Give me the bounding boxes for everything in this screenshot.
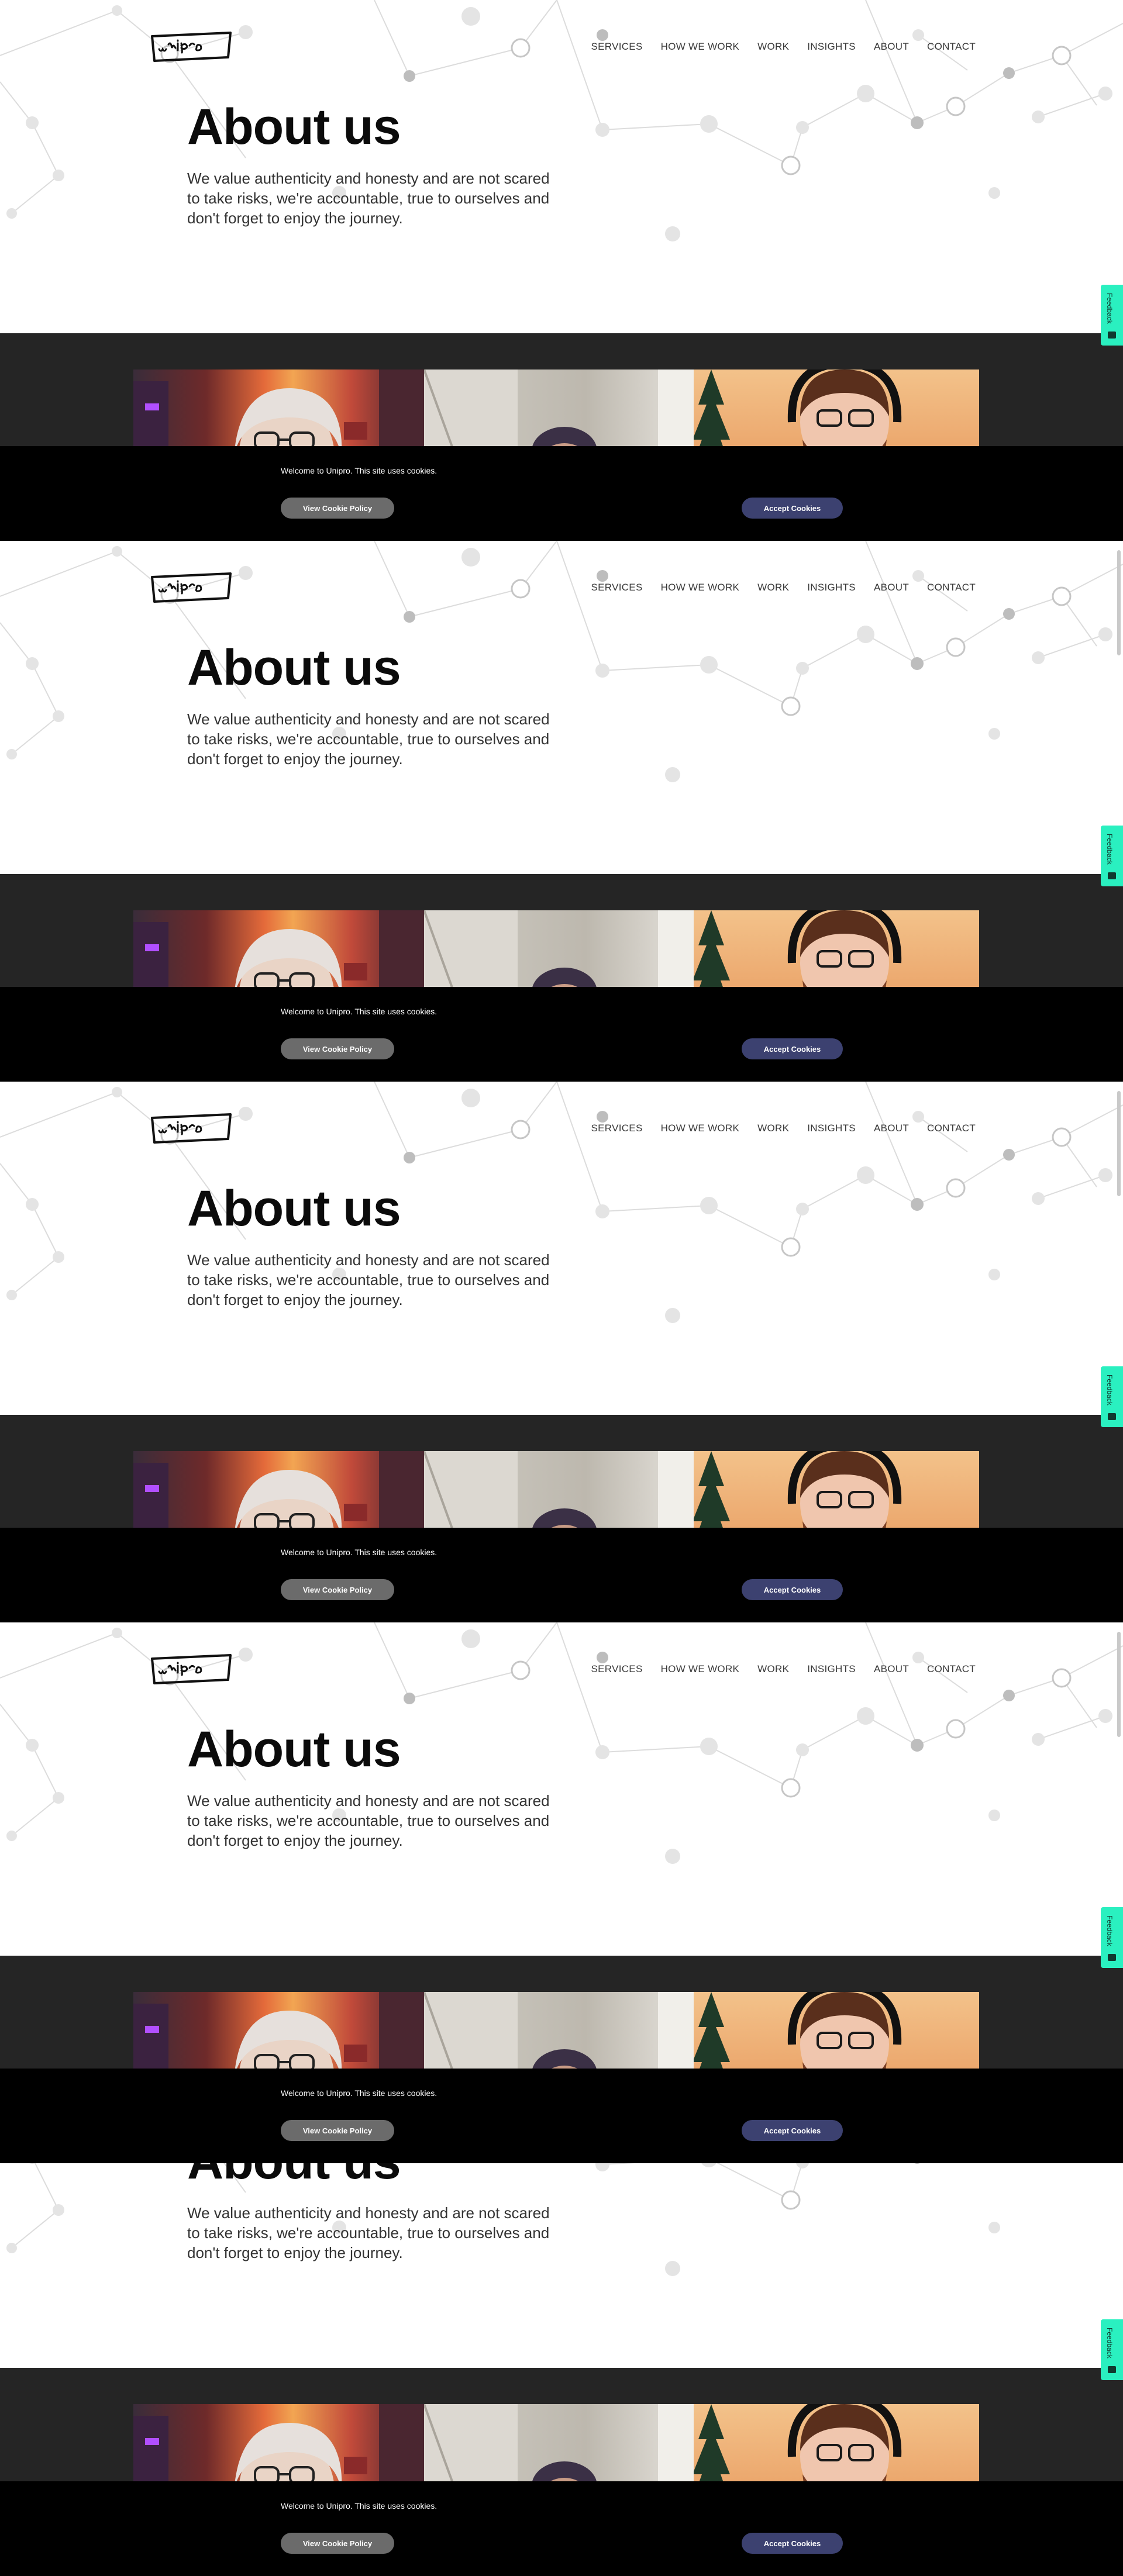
nav-insights[interactable]: INSIGHTS: [807, 1663, 856, 1675]
hero-description: We value authenticity and honesty and ar…: [187, 2204, 550, 2261]
cookie-banner: Welcome to Unipro. This site uses cookie…: [0, 1528, 1123, 1622]
page-title: About us: [187, 1180, 401, 1237]
cookie-message: Welcome to Unipro. This site uses cookie…: [281, 466, 438, 475]
nav-contact[interactable]: CONTACT: [927, 1123, 976, 1134]
nav-about[interactable]: ABOUT: [874, 1123, 909, 1134]
envelope-icon: [1108, 332, 1116, 339]
hero-description: We value authenticity and honesty and ar…: [187, 710, 550, 768]
nav-insights[interactable]: INSIGHTS: [807, 582, 856, 593]
nav-about[interactable]: ABOUT: [874, 582, 909, 593]
cookie-banner: Welcome to Unipro. This site uses cookie…: [0, 987, 1123, 1082]
nav-how-we-work[interactable]: HOW WE WORK: [661, 582, 740, 593]
main-nav: SERVICES HOW WE WORK WORK INSIGHTS ABOUT…: [591, 41, 976, 53]
main-nav: SERVICES HOW WE WORK WORK INSIGHTS ABOUT…: [591, 1123, 976, 1134]
feedback-tab[interactable]: Feedback: [1101, 2319, 1123, 2380]
feedback-label: Feedback: [1105, 293, 1114, 324]
scrollbar-thumb[interactable]: [1117, 550, 1121, 655]
main-nav: SERVICES HOW WE WORK WORK INSIGHTS ABOUT…: [591, 1663, 976, 1675]
envelope-icon: [1108, 872, 1116, 879]
hero-description: We value authenticity and honesty and ar…: [187, 1251, 550, 1308]
nav-how-we-work[interactable]: HOW WE WORK: [661, 1663, 740, 1675]
unipro-logo[interactable]: [150, 571, 233, 603]
unipro-logo[interactable]: [150, 30, 233, 62]
nav-how-we-work[interactable]: HOW WE WORK: [661, 1123, 740, 1134]
nav-services[interactable]: SERVICES: [591, 1663, 643, 1675]
cookie-message: Welcome to Unipro. This site uses cookie…: [281, 2501, 438, 2511]
screenshot-segment: SERVICES HOW WE WORK WORK INSIGHTS ABOUT…: [0, 1082, 1123, 1622]
nav-work[interactable]: WORK: [757, 1663, 789, 1675]
cookie-banner: Welcome to Unipro. This site uses cookie…: [0, 2069, 1123, 2163]
page-title: About us: [187, 99, 401, 155]
accept-cookies-button[interactable]: Accept Cookies: [742, 1579, 843, 1600]
screenshot-segment: SERVICES HOW WE WORK WORK INSIGHTS ABOUT…: [0, 1622, 1123, 2163]
accept-cookies-button[interactable]: Accept Cookies: [742, 2120, 843, 2141]
network-background: [6, 2163, 1000, 2276]
screenshot-segment: SERVICES HOW WE WORK WORK INSIGHTS ABOUT…: [0, 2163, 1123, 2576]
page-title: About us: [187, 2163, 401, 2191]
nav-contact[interactable]: CONTACT: [927, 582, 976, 593]
feedback-tab[interactable]: Feedback: [1101, 1366, 1123, 1427]
nav-contact[interactable]: CONTACT: [927, 41, 976, 53]
nav-services[interactable]: SERVICES: [591, 1123, 643, 1134]
envelope-icon: [1108, 2366, 1116, 2373]
accept-cookies-button[interactable]: Accept Cookies: [742, 2533, 843, 2554]
page-title: About us: [187, 1721, 401, 1777]
nav-insights[interactable]: INSIGHTS: [807, 1123, 856, 1134]
accept-cookies-button[interactable]: Accept Cookies: [742, 1038, 843, 1059]
screenshot-segment: SERVICES HOW WE WORK WORK INSIGHTS ABOUT…: [0, 541, 1123, 1082]
scrollbar-thumb[interactable]: [1117, 1632, 1121, 1737]
nav-how-we-work[interactable]: HOW WE WORK: [661, 41, 740, 53]
scrollbar-thumb[interactable]: [1117, 1091, 1121, 1196]
unipro-logo[interactable]: [150, 1112, 233, 1144]
cookie-message: Welcome to Unipro. This site uses cookie…: [281, 1548, 438, 1557]
feedback-label: Feedback: [1105, 1375, 1114, 1406]
nav-work[interactable]: WORK: [757, 582, 789, 593]
feedback-tab[interactable]: Feedback: [1101, 285, 1123, 346]
envelope-icon: [1108, 1954, 1116, 1961]
view-cookie-policy-button[interactable]: View Cookie Policy: [281, 1579, 394, 1600]
hero-description: We value authenticity and honesty and ar…: [187, 170, 550, 227]
nav-work[interactable]: WORK: [757, 41, 789, 53]
main-nav: SERVICES HOW WE WORK WORK INSIGHTS ABOUT…: [591, 582, 976, 593]
view-cookie-policy-button[interactable]: View Cookie Policy: [281, 498, 394, 519]
cookie-banner: Welcome to Unipro. This site uses cookie…: [0, 2481, 1123, 2576]
view-cookie-policy-button[interactable]: View Cookie Policy: [281, 1038, 394, 1059]
unipro-logo[interactable]: [150, 1653, 233, 1684]
nav-contact[interactable]: CONTACT: [927, 1663, 976, 1675]
cookie-banner: Welcome to Unipro. This site uses cookie…: [0, 446, 1123, 541]
nav-work[interactable]: WORK: [757, 1123, 789, 1134]
nav-about[interactable]: ABOUT: [874, 1663, 909, 1675]
view-cookie-policy-button[interactable]: View Cookie Policy: [281, 2120, 394, 2141]
feedback-label: Feedback: [1105, 834, 1114, 865]
nav-insights[interactable]: INSIGHTS: [807, 41, 856, 53]
feedback-label: Feedback: [1105, 2328, 1114, 2359]
envelope-icon: [1108, 1413, 1116, 1420]
screenshot-segment: SERVICES HOW WE WORK WORK INSIGHTS ABOUT…: [0, 0, 1123, 541]
hero-description: We value authenticity and honesty and ar…: [187, 1792, 550, 1849]
cookie-message: Welcome to Unipro. This site uses cookie…: [281, 1007, 438, 1016]
feedback-tab[interactable]: Feedback: [1101, 1907, 1123, 1968]
cookie-message: Welcome to Unipro. This site uses cookie…: [281, 2088, 438, 2098]
nav-services[interactable]: SERVICES: [591, 582, 643, 593]
view-cookie-policy-button[interactable]: View Cookie Policy: [281, 2533, 394, 2554]
feedback-tab[interactable]: Feedback: [1101, 826, 1123, 886]
page-title: About us: [187, 640, 401, 696]
feedback-label: Feedback: [1105, 1915, 1114, 1946]
nav-about[interactable]: ABOUT: [874, 41, 909, 53]
accept-cookies-button[interactable]: Accept Cookies: [742, 498, 843, 519]
nav-services[interactable]: SERVICES: [591, 41, 643, 53]
